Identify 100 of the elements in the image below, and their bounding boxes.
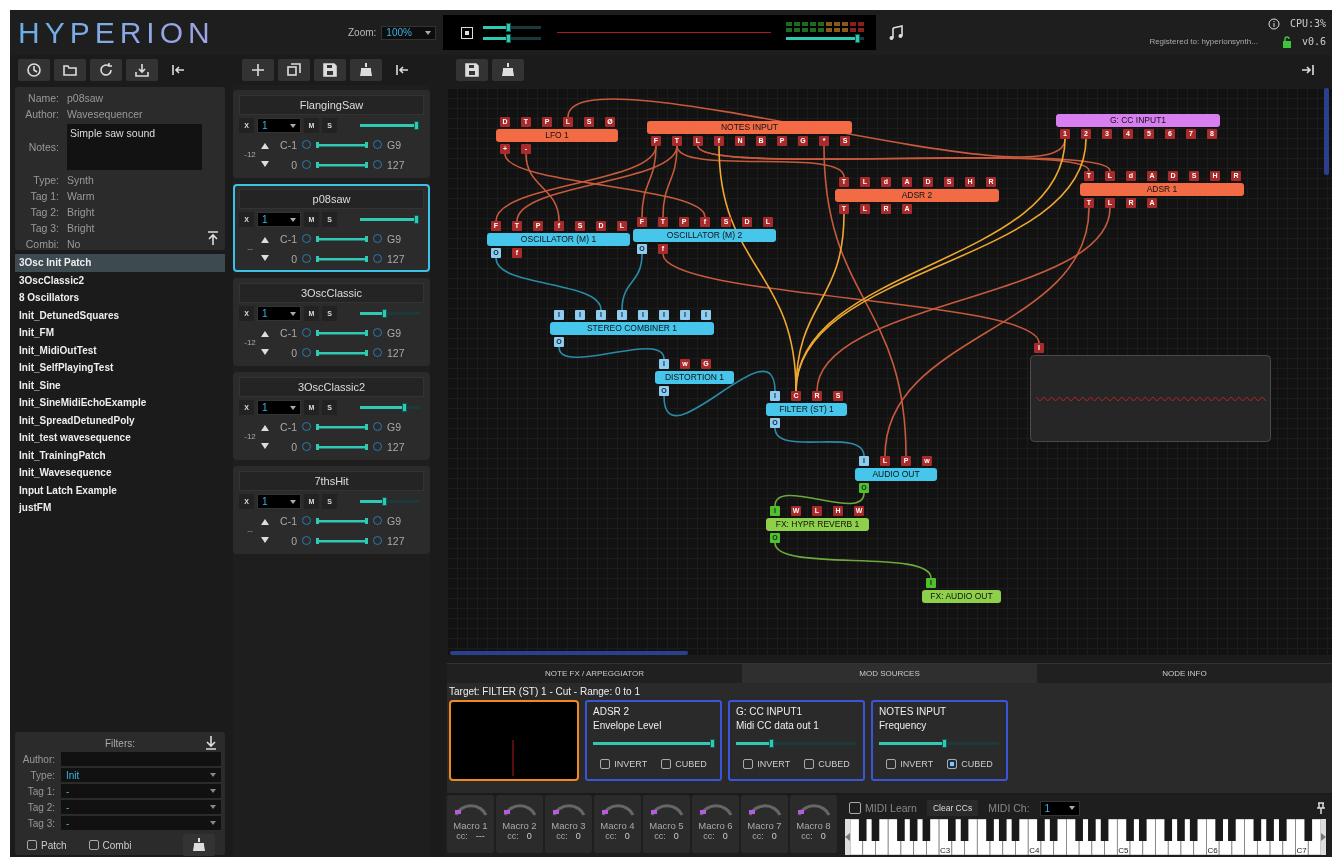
slider-thumb[interactable] bbox=[382, 497, 388, 506]
patch-list-item[interactable]: Init_TrainingPatch bbox=[15, 446, 225, 464]
filter-dropdown[interactable]: - bbox=[61, 784, 221, 798]
down-arrow-icon[interactable] bbox=[261, 254, 269, 261]
patch-list-item[interactable]: Init_FM bbox=[15, 324, 225, 342]
checkbox-box[interactable] bbox=[849, 802, 861, 814]
scrollbar[interactable] bbox=[450, 651, 688, 655]
slider-thumb[interactable] bbox=[769, 739, 774, 748]
volume-slider[interactable] bbox=[360, 121, 420, 130]
upload-icon[interactable] bbox=[207, 231, 219, 245]
node-header[interactable]: ADSR 2 bbox=[835, 189, 999, 202]
checkbox[interactable]: CUBED bbox=[804, 759, 850, 769]
folder-button[interactable] bbox=[54, 59, 86, 81]
patch-list-item[interactable]: Init_Wavesequence bbox=[15, 464, 225, 482]
down-arrow-icon[interactable] bbox=[261, 536, 269, 543]
patch-list-item[interactable]: Init_SineMidiEchoExample bbox=[15, 394, 225, 412]
key-range-slider[interactable] bbox=[316, 140, 368, 149]
target-icon[interactable] bbox=[461, 26, 474, 39]
channel-dropdown[interactable]: 1 bbox=[257, 212, 301, 227]
filter-input[interactable] bbox=[61, 752, 221, 766]
patch-list-item[interactable]: 3Osc Init Patch bbox=[15, 254, 225, 272]
checkbox[interactable]: Patch bbox=[27, 839, 67, 851]
slider-thumb[interactable] bbox=[414, 121, 419, 130]
download-icon[interactable] bbox=[205, 736, 217, 750]
node-header[interactable]: STEREO COMBINER 1 bbox=[550, 322, 714, 335]
slider-thumb[interactable] bbox=[855, 34, 861, 43]
filter-dropdown[interactable]: - bbox=[61, 800, 221, 814]
node-header[interactable]: G: CC INPUT1 bbox=[1056, 114, 1220, 127]
pin-icon[interactable] bbox=[1316, 802, 1326, 814]
info-icon[interactable] bbox=[1267, 17, 1280, 30]
save-button[interactable] bbox=[314, 59, 346, 81]
history-button[interactable] bbox=[18, 59, 50, 81]
key-range-slider[interactable] bbox=[316, 422, 368, 431]
channel-dropdown[interactable]: 1 bbox=[257, 306, 301, 321]
broom-button[interactable] bbox=[350, 59, 382, 81]
duplicate-button[interactable] bbox=[278, 59, 310, 81]
checkbox[interactable]: INVERT bbox=[600, 759, 648, 769]
velocity-range-slider[interactable] bbox=[316, 442, 368, 451]
channel-dropdown[interactable]: 1 bbox=[257, 400, 301, 415]
scroll-right-icon[interactable] bbox=[1321, 833, 1326, 841]
patch-list-item[interactable]: Input Latch Example bbox=[15, 481, 225, 499]
refresh-button[interactable] bbox=[90, 59, 122, 81]
patch-list-item[interactable]: Init_test wavesequence bbox=[15, 429, 225, 447]
checkbox-box[interactable] bbox=[743, 759, 754, 769]
checkbox-box[interactable] bbox=[27, 840, 37, 850]
checkbox-box[interactable] bbox=[600, 759, 611, 769]
node-header[interactable]: FILTER (ST) 1 bbox=[766, 403, 847, 416]
patch-list-item[interactable]: 8 Oscillators bbox=[15, 289, 225, 307]
checkbox-box[interactable] bbox=[947, 759, 958, 769]
up-arrow-icon[interactable] bbox=[261, 518, 269, 525]
node-header[interactable]: LFO 1 bbox=[496, 129, 618, 142]
checkbox[interactable]: CUBED bbox=[661, 759, 707, 769]
patch-list-item[interactable]: justFM bbox=[15, 499, 225, 517]
checkbox[interactable]: CUBED bbox=[947, 759, 993, 769]
slider-thumb[interactable] bbox=[710, 739, 715, 748]
node-header[interactable]: DISTORTION 1 bbox=[655, 371, 734, 384]
download-button[interactable] bbox=[126, 59, 158, 81]
velocity-range-slider[interactable] bbox=[316, 536, 368, 545]
patch-list-item[interactable]: Init_Sine bbox=[15, 376, 225, 394]
node-header[interactable]: OSCILLATOR (M) 1 bbox=[487, 233, 630, 246]
channel-dropdown[interactable]: 1 bbox=[257, 494, 301, 509]
checkbox[interactable]: MIDI Learn bbox=[849, 802, 917, 814]
filter-dropdown[interactable]: - bbox=[61, 816, 221, 830]
zoom-dropdown[interactable]: 100% bbox=[381, 25, 437, 40]
checkbox-box[interactable] bbox=[88, 840, 99, 850]
filter-dropdown[interactable]: Init bbox=[61, 768, 221, 782]
node-header[interactable]: FX: HYPR REVERB 1 bbox=[766, 518, 869, 531]
node-header[interactable]: OSCILLATOR (M) 2 bbox=[633, 229, 776, 242]
broom-button[interactable] bbox=[492, 59, 524, 81]
node-header[interactable]: NOTES INPUT bbox=[647, 121, 852, 134]
patch-list-item[interactable]: Init_SelfPlayingTest bbox=[15, 359, 225, 377]
clear-ccs-button[interactable]: Clear CCs bbox=[926, 800, 979, 816]
checkbox-box[interactable] bbox=[886, 759, 897, 769]
patch-list-item[interactable]: Init_SpreadDetunedPoly bbox=[15, 411, 225, 429]
checkbox[interactable]: INVERT bbox=[743, 759, 791, 769]
key-range-slider[interactable] bbox=[316, 234, 368, 243]
notes-field[interactable]: Simple saw sound bbox=[67, 124, 202, 170]
down-arrow-icon[interactable] bbox=[261, 442, 269, 449]
plus-button[interactable] bbox=[242, 59, 274, 81]
slider-thumb[interactable] bbox=[382, 309, 388, 318]
patch-list-item[interactable]: Init_MidiOutTest bbox=[15, 341, 225, 359]
velocity-range-slider[interactable] bbox=[316, 348, 368, 357]
checkbox-box[interactable] bbox=[661, 759, 672, 769]
slider-thumb[interactable] bbox=[414, 215, 419, 224]
velocity-range-slider[interactable] bbox=[316, 254, 368, 263]
music-note-icon[interactable] bbox=[888, 24, 905, 41]
node-header[interactable]: FX: AUDIO OUT bbox=[922, 590, 1001, 603]
key-range-slider[interactable] bbox=[316, 516, 368, 525]
save-button[interactable] bbox=[456, 59, 488, 81]
mod-amount-slider[interactable] bbox=[593, 739, 713, 748]
tab[interactable]: NOTE FX / ARPEGGIATOR bbox=[447, 663, 742, 683]
tab[interactable]: MOD SOURCES bbox=[742, 663, 1037, 683]
key-range-slider[interactable] bbox=[316, 328, 368, 337]
scrollbar[interactable] bbox=[1324, 88, 1329, 175]
down-arrow-icon[interactable] bbox=[261, 348, 269, 355]
clear-filters-button[interactable] bbox=[183, 834, 215, 856]
volume-slider[interactable] bbox=[360, 215, 420, 224]
up-arrow-icon[interactable] bbox=[261, 424, 269, 431]
down-arrow-icon[interactable] bbox=[261, 160, 269, 167]
up-arrow-icon[interactable] bbox=[261, 236, 269, 243]
